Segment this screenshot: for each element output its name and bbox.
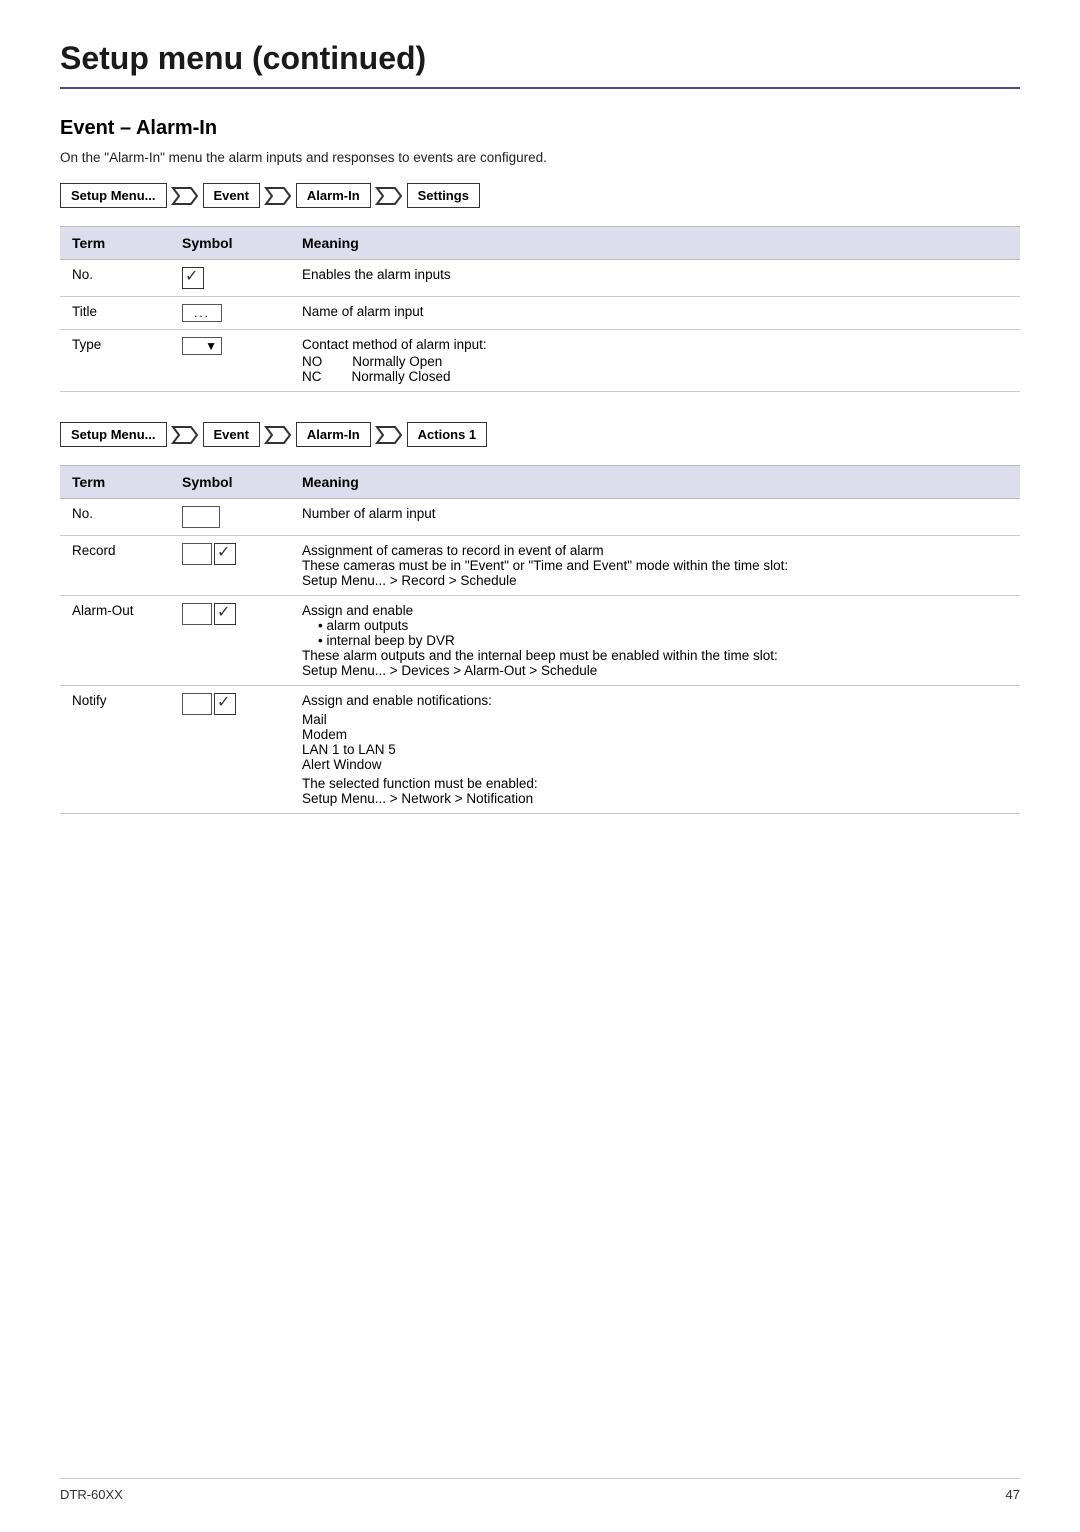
- meaning-title: Name of alarm input: [290, 297, 1020, 330]
- table-row: Record Assignment of cameras to record i…: [60, 536, 1020, 596]
- symbol-checkbox: [170, 260, 290, 297]
- meaning-line: The selected function must be enabled:: [302, 776, 1008, 791]
- table-2-header: Term Symbol Meaning: [60, 466, 1020, 499]
- breadcrumb-setup-menu[interactable]: Setup Menu...: [60, 183, 167, 208]
- header-meaning-2: Meaning: [290, 466, 1020, 499]
- symbol-record: [170, 536, 290, 596]
- meaning-line: Setup Menu... > Devices > Alarm-Out > Sc…: [302, 663, 1008, 678]
- meaning-no-text: NO: [302, 354, 322, 369]
- meaning-line: NC Normally Closed: [302, 369, 1008, 384]
- checkbox-checked-icon: [182, 267, 204, 289]
- table-row: Notify Assign and enable notifications: …: [60, 686, 1020, 814]
- section2: Setup Menu... Event Alarm-In Actions 1 T…: [60, 422, 1020, 814]
- table-row: Type ▼ Contact method of alarm input: NO…: [60, 330, 1020, 392]
- breadcrumb-setup-menu-2[interactable]: Setup Menu...: [60, 422, 167, 447]
- header-term-1: Term: [60, 227, 170, 260]
- term-title: Title: [60, 297, 170, 330]
- breadcrumb-actions[interactable]: Actions 1: [407, 422, 488, 447]
- breadcrumb-settings[interactable]: Settings: [407, 183, 480, 208]
- symbol-dots: ...: [170, 297, 290, 330]
- meaning-line: NO Normally Open: [302, 354, 1008, 369]
- meaning-alarm-out: Assign and enable • alarm outputs • inte…: [290, 596, 1020, 686]
- table-row: No. Enables the alarm inputs: [60, 260, 1020, 297]
- meaning-line: LAN 1 to LAN 5: [302, 742, 1008, 757]
- meaning-line: Alert Window: [302, 757, 1008, 772]
- table-2: Term Symbol Meaning No. Number of alarm …: [60, 465, 1020, 814]
- meaning-type: Contact method of alarm input: NO Normal…: [290, 330, 1020, 392]
- table-1-header: Term Symbol Meaning: [60, 227, 1020, 260]
- term-no: No.: [60, 260, 170, 297]
- dots-icon: ...: [182, 304, 222, 322]
- breadcrumb-2: Setup Menu... Event Alarm-In Actions 1: [60, 422, 1020, 447]
- box-check-alarm-out: [182, 603, 236, 625]
- section1-title: Event – Alarm-In: [60, 117, 1020, 140]
- blank-box-small: [182, 543, 212, 565]
- symbol-alarm-out: [170, 596, 290, 686]
- blank-box-icon: [182, 506, 220, 528]
- page-footer: DTR-60XX 47: [60, 1478, 1020, 1502]
- checkbox-notify: [214, 693, 236, 715]
- header-meaning-1: Meaning: [290, 227, 1020, 260]
- page-title: Setup menu (continued): [60, 40, 1020, 77]
- meaning-line: Assign and enable: [302, 603, 1008, 618]
- meaning-no-2: Number of alarm input: [290, 499, 1020, 536]
- term-alarm-out: Alarm-Out: [60, 596, 170, 686]
- header-symbol-2: Symbol: [170, 466, 290, 499]
- symbol-notify: [170, 686, 290, 814]
- header-symbol-1: Symbol: [170, 227, 290, 260]
- meaning-line: • internal beep by DVR: [302, 633, 1008, 648]
- footer-page: 47: [1006, 1487, 1020, 1502]
- page-header: Setup menu (continued): [60, 40, 1020, 89]
- meaning-line: Mail: [302, 712, 1008, 727]
- meaning-line: Setup Menu... > Record > Schedule: [302, 573, 1008, 588]
- breadcrumb-event-2[interactable]: Event: [203, 422, 260, 447]
- arrow-icon-1: [171, 185, 199, 207]
- arrow-icon-4: [171, 424, 199, 446]
- arrow-icon-6: [375, 424, 403, 446]
- meaning-line: Assignment of cameras to record in event…: [302, 543, 1008, 558]
- meaning-normally-closed: Normally Closed: [352, 369, 451, 384]
- meaning-no: Enables the alarm inputs: [290, 260, 1020, 297]
- blank-box-notify: [182, 693, 212, 715]
- table-row: Title ... Name of alarm input: [60, 297, 1020, 330]
- meaning-line: Setup Menu... > Network > Notification: [302, 791, 1008, 806]
- meaning-record: Assignment of cameras to record in event…: [290, 536, 1020, 596]
- table-1: Term Symbol Meaning No. Enables the alar…: [60, 226, 1020, 392]
- blank-box-alarm: [182, 603, 212, 625]
- arrow-icon-3: [375, 185, 403, 207]
- meaning-line: • alarm outputs: [302, 618, 1008, 633]
- arrow-icon-2: [264, 185, 292, 207]
- breadcrumb-event-1[interactable]: Event: [203, 183, 260, 208]
- table-row: No. Number of alarm input: [60, 499, 1020, 536]
- meaning-line: Assign and enable notifications:: [302, 693, 1008, 708]
- meaning-notify: Assign and enable notifications: Mail Mo…: [290, 686, 1020, 814]
- section1: Event – Alarm-In On the "Alarm-In" menu …: [60, 117, 1020, 392]
- term-notify: Notify: [60, 686, 170, 814]
- symbol-blank: [170, 499, 290, 536]
- box-check-icon: [182, 543, 236, 565]
- page: Setup menu (continued) Event – Alarm-In …: [0, 0, 1080, 1532]
- meaning-nc-text: NC: [302, 369, 322, 384]
- checkbox-record: [214, 543, 236, 565]
- box-check-notify: [182, 693, 236, 715]
- breadcrumb-1: Setup Menu... Event Alarm-In Settings: [60, 183, 1020, 208]
- footer-model: DTR-60XX: [60, 1487, 123, 1502]
- term-type: Type: [60, 330, 170, 392]
- dropdown-icon: ▼: [182, 337, 222, 355]
- symbol-dropdown: ▼: [170, 330, 290, 392]
- term-no-2: No.: [60, 499, 170, 536]
- meaning-line: Contact method of alarm input:: [302, 337, 1008, 352]
- arrow-icon-5: [264, 424, 292, 446]
- checkbox-alarm-out: [214, 603, 236, 625]
- meaning-normally-open: Normally Open: [352, 354, 442, 369]
- table-row: Alarm-Out Assign and enable • alarm outp…: [60, 596, 1020, 686]
- breadcrumb-alarm-in-2[interactable]: Alarm-In: [296, 422, 371, 447]
- term-record: Record: [60, 536, 170, 596]
- meaning-line: These cameras must be in "Event" or "Tim…: [302, 558, 1008, 573]
- section1-intro: On the "Alarm-In" menu the alarm inputs …: [60, 150, 1020, 165]
- breadcrumb-alarm-in-1[interactable]: Alarm-In: [296, 183, 371, 208]
- meaning-line: These alarm outputs and the internal bee…: [302, 648, 1008, 663]
- meaning-line: Modem: [302, 727, 1008, 742]
- header-term-2: Term: [60, 466, 170, 499]
